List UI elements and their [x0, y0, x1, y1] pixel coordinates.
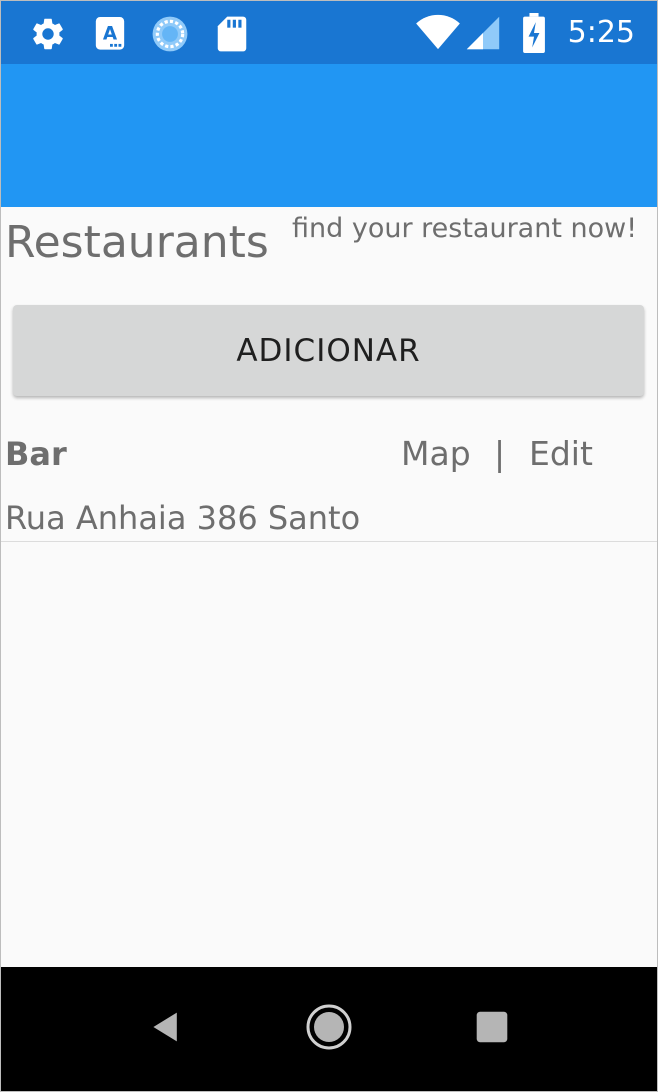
link-separator: | — [494, 434, 506, 473]
wifi-icon — [415, 13, 461, 56]
sync-circle-icon — [151, 15, 189, 58]
navigation-bar — [1, 967, 657, 1091]
back-button[interactable] — [106, 967, 226, 1091]
cell-signal-icon — [465, 15, 501, 56]
status-bar: A 5:25 — [1, 1, 657, 64]
text-a-icon: A — [93, 15, 127, 58]
add-button[interactable]: ADICIONAR — [13, 305, 644, 396]
recents-button[interactable] — [432, 967, 552, 1091]
sd-card-icon — [215, 15, 249, 58]
svg-text:A: A — [103, 24, 118, 45]
battery-charging-icon — [522, 13, 546, 58]
list-item: Bar Map | Edit Rua Anhaia 386 Santo — [1, 421, 657, 542]
page-title: Restaurants — [5, 217, 269, 268]
gear-icon — [29, 15, 67, 58]
clock: 5:25 — [567, 15, 635, 50]
map-link[interactable]: Map — [401, 434, 471, 474]
back-icon — [148, 1009, 184, 1050]
edit-link[interactable]: Edit — [529, 434, 593, 474]
app-bar — [1, 64, 657, 207]
home-button[interactable] — [269, 967, 389, 1091]
recents-icon — [475, 1010, 509, 1049]
tagline: find your restaurant now! — [292, 213, 638, 244]
restaurant-address: Rua Anhaia 386 Santo — [5, 499, 361, 537]
home-icon — [305, 1003, 353, 1056]
app-screen: A 5:25 Restaurants find your restaurant … — [0, 0, 658, 1092]
restaurant-name: Bar — [5, 435, 67, 473]
